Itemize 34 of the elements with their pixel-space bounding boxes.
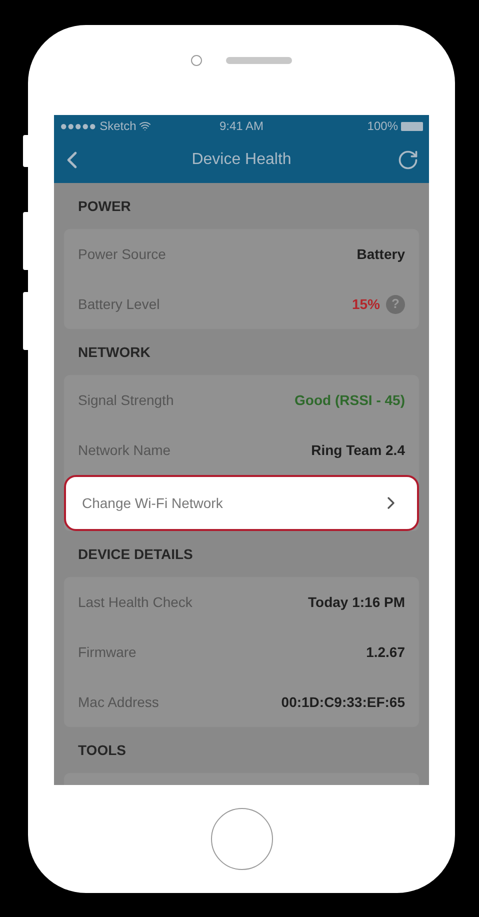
- camera-icon: [191, 54, 202, 66]
- carrier-label: ●●●●● Sketch: [60, 118, 136, 135]
- row-label: Signal Strength: [78, 390, 174, 410]
- row-label: Battery Level: [78, 294, 160, 314]
- row-value: Ring Team 2.4: [311, 440, 405, 460]
- row-label: Network Name: [78, 440, 171, 460]
- section-header: POWER: [78, 196, 131, 216]
- highlighted-row[interactable]: Change Wi-Fi Network: [64, 475, 419, 531]
- row-value: 1.2.67: [366, 642, 405, 662]
- battery-percent: 100%: [367, 118, 398, 135]
- list-row[interactable]: Firmware 1.2.67: [64, 627, 419, 677]
- section-header: DEVICE DETAILS: [78, 544, 193, 564]
- nav-title: Device Health: [190, 150, 292, 170]
- list-row[interactable]: Power Source Battery: [64, 229, 419, 279]
- row-label: Change Wi-Fi Network: [82, 494, 223, 513]
- list-row[interactable]: Network Name Ring Team 2.4: [64, 425, 419, 475]
- speaker-icon: [226, 56, 292, 64]
- refresh-icon[interactable]: [397, 149, 419, 171]
- row-value: Today 1:16 PM: [308, 592, 405, 612]
- status-time: 9:41 AM: [219, 118, 264, 135]
- battery-icon: [401, 122, 423, 130]
- row-label: Last Health Check: [78, 592, 192, 612]
- row-value: Good (RSSI - 45): [294, 390, 405, 410]
- home-button[interactable]: [210, 808, 272, 870]
- section-header: TOOLS: [78, 740, 126, 760]
- list-row[interactable]: Last Health Check Today 1:16 PM: [64, 577, 419, 627]
- row-label: Firmware: [78, 642, 136, 662]
- list-row[interactable]: Mac Address 00:1D:C9:33:EF:65: [64, 677, 419, 727]
- row-value: 00:1D:C9:33:EF:65: [281, 692, 405, 712]
- row-value: 15%: [352, 294, 380, 314]
- section-header: NETWORK: [78, 342, 150, 362]
- row-label: Mac Address: [78, 692, 159, 712]
- row-label: Power Source: [78, 244, 166, 264]
- row-value: Battery: [356, 244, 405, 264]
